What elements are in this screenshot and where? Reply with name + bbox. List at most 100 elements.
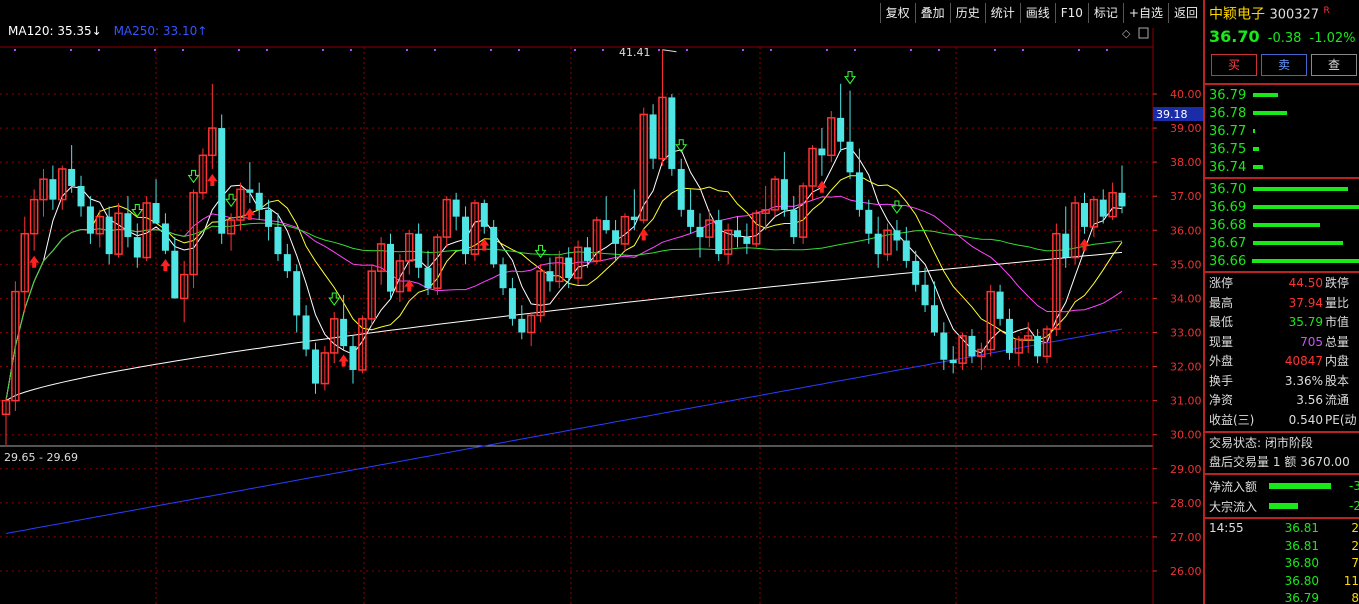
candle-down[interactable] — [415, 233, 423, 268]
candle-down[interactable] — [912, 260, 920, 285]
candle-down[interactable] — [677, 168, 685, 210]
bid-level[interactable]: 36.66 — [1205, 252, 1359, 270]
candle-down[interactable] — [302, 315, 310, 350]
candle-down[interactable] — [133, 237, 141, 258]
ask-level[interactable]: 36.75 — [1205, 140, 1359, 158]
bid-level[interactable]: 36.68 — [1205, 216, 1359, 234]
candle-down[interactable] — [865, 209, 873, 234]
candle-down[interactable] — [49, 179, 57, 200]
candle-down[interactable] — [921, 284, 929, 306]
candle-down[interactable] — [780, 179, 788, 210]
y-axis-label: 26.00 — [1170, 565, 1202, 578]
tick-row[interactable]: 14:55 36.81 2 — [1205, 520, 1359, 538]
candle-down[interactable] — [715, 220, 723, 255]
candle-down[interactable] — [124, 213, 132, 238]
candle-down[interactable] — [583, 247, 591, 261]
candle-down[interactable] — [837, 117, 845, 142]
sell-signal-arrow-icon — [328, 292, 341, 306]
candle-down[interactable] — [1080, 203, 1088, 227]
tick-list[interactable]: 14:55 36.81 2 36.81 2 36.80 7 36.80 11 36.79 8 — [1205, 520, 1359, 604]
candle-down[interactable] — [265, 209, 273, 227]
sell-button[interactable]: 卖 — [1261, 54, 1307, 76]
kline-chart-panel[interactable]: 复权 叠加 历史 统计 画线 F10 标记 +自选 返回 MA120: 35.3… — [0, 0, 1203, 604]
candle-down[interactable] — [940, 332, 948, 360]
candle-down[interactable] — [387, 243, 395, 292]
candlestick-chart[interactable]: 40.00 39.00 38.00 37.00 36.00 35.00 34.00 33.00… — [0, 0, 1203, 604]
y-axis-label: 29.00 — [1170, 463, 1202, 476]
candle-down[interactable] — [1118, 192, 1126, 207]
candle-down[interactable] — [171, 250, 179, 299]
tick-row[interactable]: 36.81 2 — [1205, 538, 1359, 556]
bid-level[interactable]: 36.70 — [1205, 180, 1359, 198]
sell-signal-arrow-icon — [844, 71, 857, 85]
candle-down[interactable] — [790, 209, 798, 238]
candle-down[interactable] — [1034, 335, 1042, 357]
candle-down[interactable] — [349, 346, 357, 370]
tick-row[interactable]: 36.79 8 — [1205, 590, 1359, 604]
ask-price: 36.75 — [1209, 141, 1247, 157]
candle-down[interactable] — [649, 114, 657, 159]
candle-down[interactable] — [68, 168, 76, 186]
candle-down[interactable] — [246, 189, 254, 193]
candle-down[interactable] — [274, 226, 282, 255]
candle-down[interactable] — [424, 267, 432, 289]
candle-down[interactable] — [283, 254, 291, 272]
candle-down[interactable] — [602, 220, 610, 231]
candle-down[interactable] — [462, 216, 470, 255]
bid-level[interactable]: 36.69 — [1205, 198, 1359, 216]
candle-down[interactable] — [255, 192, 263, 210]
candle-down[interactable] — [1005, 318, 1013, 353]
candle-down[interactable] — [630, 216, 638, 221]
stock-code: 300327 — [1269, 7, 1320, 23]
candle-down[interactable] — [161, 223, 169, 251]
candle-down[interactable] — [565, 257, 573, 278]
candle-down[interactable] — [902, 240, 910, 261]
ask-level[interactable]: 36.74 — [1205, 158, 1359, 176]
candle-down[interactable] — [77, 185, 85, 207]
candle-down[interactable] — [668, 97, 676, 169]
candle-down[interactable] — [818, 148, 826, 156]
candle-down[interactable] — [949, 359, 957, 364]
ask-level[interactable]: 36.78 — [1205, 104, 1359, 122]
diamond-icon[interactable]: ◇ — [1122, 27, 1131, 40]
candle-down[interactable] — [1062, 233, 1070, 258]
candle-down[interactable] — [218, 128, 226, 234]
candle-down[interactable] — [733, 230, 741, 238]
candle-down[interactable] — [340, 318, 348, 347]
candle-down[interactable] — [508, 288, 516, 319]
query-button[interactable]: 查 — [1311, 54, 1357, 76]
candle-down[interactable] — [480, 203, 488, 227]
candle-down[interactable] — [546, 271, 554, 282]
ask-level[interactable]: 36.79 — [1205, 86, 1359, 104]
tick-row[interactable]: 36.80 11 — [1205, 573, 1359, 591]
tick-row[interactable]: 36.80 7 — [1205, 555, 1359, 573]
candle-down[interactable] — [152, 203, 160, 224]
candle-down[interactable] — [743, 237, 751, 244]
candle-down[interactable] — [855, 172, 863, 210]
candle-down[interactable] — [105, 216, 113, 255]
buy-button[interactable]: 买 — [1211, 54, 1257, 76]
buy-signal-arrow-icon — [638, 228, 649, 241]
candle-down[interactable] — [452, 199, 460, 217]
candle-down[interactable] — [996, 291, 1004, 319]
candle-down[interactable] — [518, 318, 526, 333]
candle-down[interactable] — [86, 206, 94, 234]
ask-levels: 36.79 36.78 36.77 36.75 36.74 — [1205, 86, 1359, 176]
candle-down[interactable] — [687, 209, 695, 227]
candle-down[interactable] — [930, 305, 938, 333]
candle-down[interactable] — [874, 233, 882, 255]
bid-level[interactable]: 36.67 — [1205, 234, 1359, 252]
candle-down[interactable] — [311, 349, 319, 384]
candle-down[interactable] — [1099, 199, 1107, 217]
candle-down[interactable] — [696, 226, 704, 238]
candle-down[interactable] — [490, 226, 498, 265]
candle-down[interactable] — [293, 271, 301, 316]
candle-down[interactable] — [968, 335, 976, 357]
buy-signal-arrow-icon — [338, 354, 349, 367]
candle-down[interactable] — [893, 230, 901, 241]
ask-level[interactable]: 36.77 — [1205, 122, 1359, 140]
candle-down[interactable] — [499, 264, 507, 289]
candle-down[interactable] — [612, 230, 620, 244]
candle-down[interactable] — [846, 141, 854, 173]
window-toggle-icon[interactable] — [1138, 27, 1149, 39]
